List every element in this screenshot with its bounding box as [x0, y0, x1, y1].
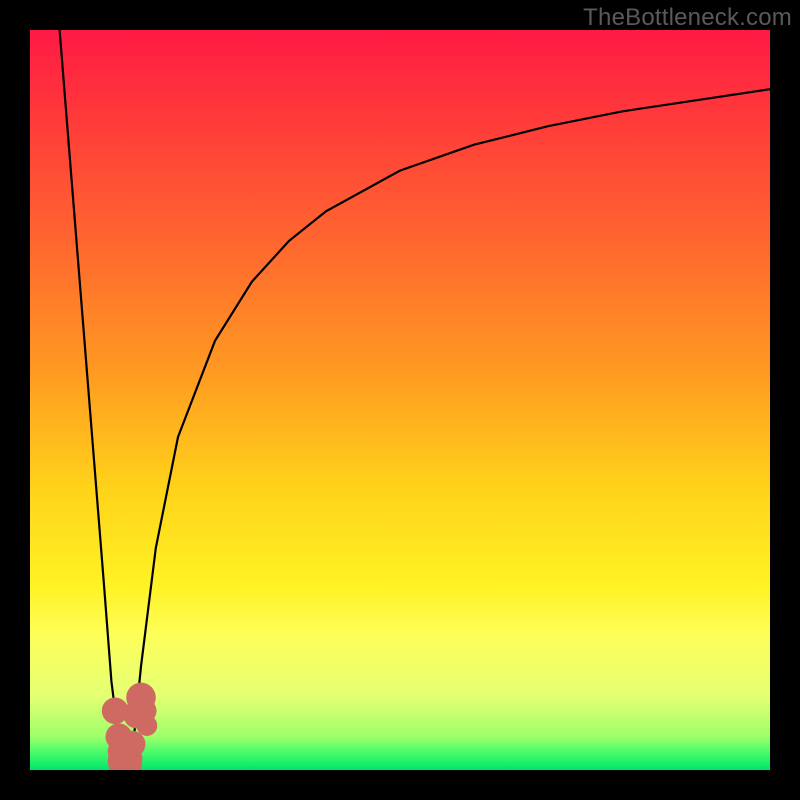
- sample-point: [105, 723, 132, 750]
- sample-point: [116, 746, 143, 770]
- sample-point: [108, 746, 139, 770]
- sample-point: [123, 700, 151, 728]
- sample-points: [102, 683, 158, 770]
- sample-point: [126, 683, 156, 713]
- brand-watermark: TheBottleneck.com: [583, 4, 792, 32]
- plot-area: [30, 30, 770, 770]
- sample-point: [108, 738, 135, 765]
- bottleneck-curve: [60, 30, 770, 766]
- sample-point: [111, 750, 142, 770]
- sample-point: [137, 715, 158, 736]
- chart-frame: TheBottleneck.com: [0, 0, 800, 800]
- sample-point: [119, 731, 146, 758]
- sample-point: [133, 699, 157, 723]
- curve-overlay: [30, 30, 770, 770]
- sample-point: [102, 697, 129, 724]
